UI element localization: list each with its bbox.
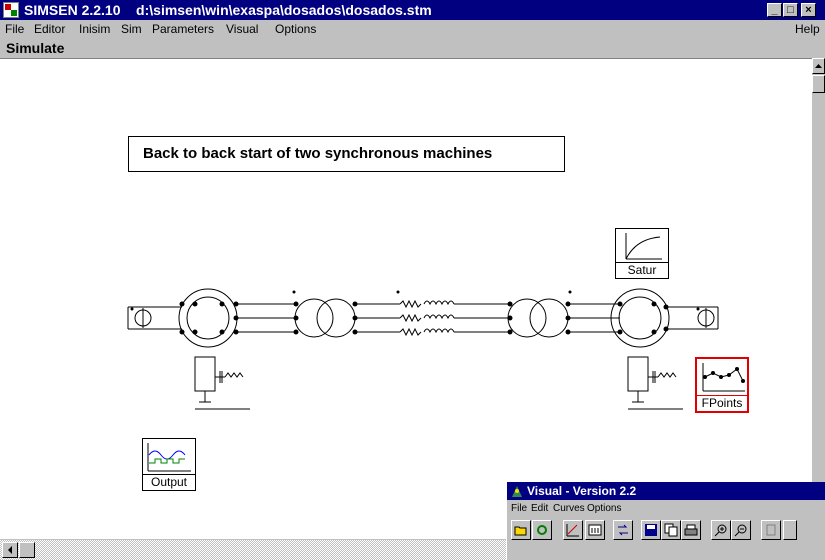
print-icon[interactable] <box>681 520 701 540</box>
satur-block[interactable]: Satur <box>615 228 669 279</box>
output-block[interactable]: Output <box>142 438 196 491</box>
right-turbine <box>627 356 649 392</box>
menu-editor[interactable]: Editor <box>34 22 65 36</box>
open-folder-icon[interactable] <box>511 520 531 540</box>
menu-sim[interactable]: Sim <box>121 22 142 36</box>
left-transformer-2 <box>316 298 356 338</box>
minimize-button[interactable]: _ <box>767 3 782 17</box>
disabled-tool-icon[interactable] <box>761 520 781 540</box>
function-points-icon <box>702 363 745 392</box>
left-turbine <box>194 356 216 392</box>
panel-header: Simulate <box>0 38 813 59</box>
close-button[interactable]: × <box>801 3 816 17</box>
visual-menu-options[interactable]: Options <box>587 503 621 514</box>
fpoints-block[interactable]: FPoints <box>695 357 749 413</box>
window-title: SIMSEN 2.2.10 d:\simsen\win\exaspa\dosad… <box>24 2 432 18</box>
output-label: Output <box>143 474 195 490</box>
menu-visual[interactable]: Visual <box>226 22 258 36</box>
visual-menu-bar: File Edit Curves Options <box>507 501 825 517</box>
save-icon[interactable] <box>641 520 661 540</box>
left-shaft <box>215 371 244 383</box>
curve-select-icon[interactable] <box>613 520 633 540</box>
scroll-up-arrow-icon[interactable] <box>812 58 825 74</box>
curve-plot-icon[interactable] <box>563 520 583 540</box>
scroll-left-arrow-icon[interactable] <box>2 542 18 558</box>
satur-label: Satur <box>616 262 668 278</box>
visual-window[interactable]: Visual - Version 2.2 File Edit Curves Op… <box>506 482 825 560</box>
menu-help[interactable]: Help <box>795 22 820 36</box>
zoom-out-icon[interactable] <box>731 520 751 540</box>
vertical-scroll-thumb[interactable] <box>812 75 825 93</box>
vertical-scrollbar[interactable] <box>812 58 825 540</box>
copy-icon[interactable] <box>661 520 681 540</box>
rl-line-elements <box>399 299 455 337</box>
menu-parameters[interactable]: Parameters <box>152 22 214 36</box>
menu-file[interactable]: File <box>5 22 24 36</box>
visual-window-title: Visual - Version 2.2 <box>527 484 637 498</box>
horizontal-scroll-thumb[interactable] <box>19 542 35 558</box>
saturation-curve-icon <box>625 233 662 260</box>
output-waveform-icon <box>147 443 191 472</box>
simsen-app-icon[interactable] <box>3 2 19 18</box>
visual-title-bar[interactable]: Visual - Version 2.2 <box>507 482 825 500</box>
diagram-canvas[interactable]: Back to back start of two synchronous ma… <box>0 59 812 539</box>
maximize-button[interactable]: □ <box>783 3 798 17</box>
left-transformer-1 <box>294 298 334 338</box>
disabled-tool-icon-2[interactable] <box>783 520 797 540</box>
visual-menu-curves[interactable]: Curves <box>553 503 585 514</box>
zoom-in-icon[interactable] <box>711 520 731 540</box>
visual-app-icon <box>512 486 522 497</box>
table-icon[interactable] <box>585 520 605 540</box>
menu-inisim[interactable]: Inisim <box>79 22 110 36</box>
refresh-icon[interactable] <box>532 520 552 540</box>
left-synchronous-machine <box>178 288 238 348</box>
menu-options[interactable]: Options <box>275 22 316 36</box>
right-transformer-2 <box>529 298 569 338</box>
title-bar: SIMSEN 2.2.10 d:\simsen\win\exaspa\dosad… <box>0 0 825 20</box>
right-transformer-1 <box>507 298 547 338</box>
panel-title: Simulate <box>6 40 65 56</box>
fpoints-label: FPoints <box>697 395 747 411</box>
circuit-diagram[interactable] <box>0 59 812 539</box>
visual-menu-file[interactable]: File <box>511 503 527 514</box>
visual-menu-edit[interactable]: Edit <box>531 503 548 514</box>
right-shaft <box>648 371 677 383</box>
menu-bar: File Editor Inisim Sim Parameters Visual… <box>0 20 825 38</box>
